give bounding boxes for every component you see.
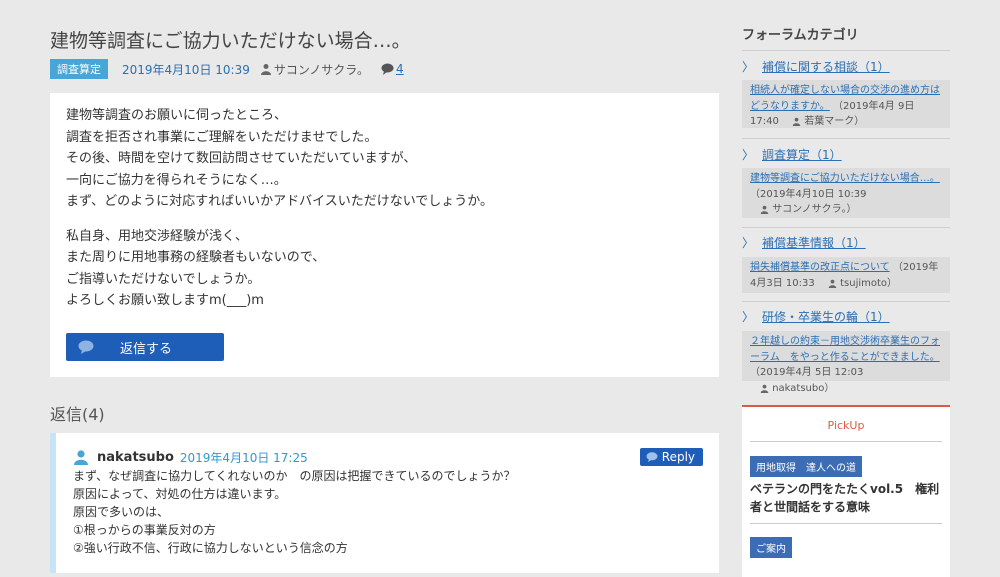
latest-post-date: （2019年4月 5日 12:03 (750, 367, 864, 378)
sidebar-category-4[interactable]: 〉 研修・卒業生の輪（1） (742, 308, 890, 325)
user-icon (260, 64, 271, 75)
latest-post-date: （2019年4月10日 10:39 (750, 188, 867, 200)
reply-date: 2019年4月10日 17:25 (179, 450, 308, 465)
chevron-right-icon: 〉 (742, 236, 755, 250)
pickup-title: PickUp (827, 419, 865, 432)
body-line: まず、どのように対応すればいいかアドバイスいただけないでしょうか。 (66, 194, 494, 209)
category-label: 補償に関する相談（1） (762, 60, 890, 74)
body-line: その後、時間を空けて数回訪問させていただいていますが、 (66, 151, 417, 166)
sidebar-divider (742, 138, 950, 139)
reply-author[interactable]: nakatsubo (97, 450, 174, 465)
comment-count-link[interactable]: 4 (396, 62, 404, 76)
post-date: 2019年4月10日 10:39 (122, 62, 250, 77)
post-author: サコンノサクラ。 (273, 62, 370, 77)
body-paragraph-2: 私自身、用地交渉経験が浅く、 また周りに用地事務の経験者もいないので、 ご指導い… (66, 226, 703, 312)
body-line: 建物等調査のお願いに伺ったところ、 (66, 108, 288, 123)
reply-header: nakatsubo 2019年4月10日 17:25 (73, 447, 703, 467)
chevron-right-icon: 〉 (742, 60, 755, 74)
sidebar-divider (742, 50, 950, 51)
chevron-right-icon: 〉 (742, 148, 755, 162)
latest-post-author: nakatsubo） (772, 382, 835, 394)
pickup-article-title[interactable]: ベテランの門をたたくvol.5 権利者と世間話をする意味 (750, 480, 942, 516)
sidebar-category-3[interactable]: 〉 補償基準情報（1） (742, 234, 866, 251)
replies-heading: 返信(4) (50, 405, 105, 424)
category-badge[interactable]: 調査算定 (50, 59, 108, 79)
latest-post-author-wrap: tsujimoto） (818, 276, 897, 292)
post-body: 建物等調査のお願いに伺ったところ、 調査を拒否され事業にご理解をいただけませでし… (50, 93, 719, 377)
sidebar-divider (742, 227, 950, 228)
category-label: 研修・卒業生の輪（1） (762, 310, 890, 324)
post-title: 建物等調査にご協力いただけない場合…。 (50, 30, 411, 52)
category-label: 調査算定（1） (762, 148, 842, 162)
category-latest-post: 損失補償基準の改正点について （2019年4月3日 10:33 tsujimot… (742, 257, 950, 293)
reply-line: 原因で多いのは、 (73, 505, 170, 519)
category-label: 補償基準情報（1） (762, 236, 866, 250)
body-line: よろしくお願い致しますm(___)m (66, 293, 264, 308)
comment-icon (381, 63, 394, 75)
avatar-icon (74, 450, 88, 465)
body-line: 調査を拒否され事業にご理解をいただけませでした。 (66, 129, 378, 145)
reply-button[interactable]: 返信する (66, 333, 224, 361)
category-latest-post: 建物等調査にご協力いただけない場合…。 （2019年4月10日 10:39 サコ… (742, 168, 950, 218)
user-icon (792, 118, 801, 127)
chevron-right-icon: 〉 (742, 310, 755, 324)
pickup-panel: PickUp 用地取得 達人への道 ベテランの門をたたくvol.5 権利者と世間… (742, 405, 950, 577)
reply-button-label: 返信する (120, 341, 173, 357)
body-line: ご指導いただけないでしょうか。 (66, 271, 261, 287)
latest-post-author: tsujimoto） (840, 277, 898, 289)
reply-text: まず、なぜ調査に協力してくれないのか の原因は把握できているのでしょうか？ 原因… (73, 467, 703, 557)
latest-post-author-wrap: サコンノサクラ。） (750, 202, 857, 218)
user-icon (760, 206, 769, 215)
body-line: 一向にご協力を得られそうになく…。 (66, 172, 287, 188)
sidebar-category-2[interactable]: 〉 調査算定（1） (742, 146, 842, 163)
user-icon (760, 384, 769, 393)
post-meta: 調査算定 2019年4月10日 10:39 サコンノサクラ。 4 (50, 59, 404, 79)
body-line: また周りに用地事務の経験者もいないので、 (66, 250, 326, 265)
latest-post-link[interactable]: ２年越しの約束－用地交渉術卒業生のフォーラム をやっと作ることができました。 (750, 336, 940, 363)
category-latest-post: ２年越しの約束－用地交渉術卒業生のフォーラム をやっと作ることができました。 （… (742, 331, 950, 394)
pickup-divider (750, 441, 942, 442)
pickup-divider (750, 523, 942, 524)
reply-to-comment-label: Reply (661, 450, 695, 464)
latest-post-link[interactable]: 損失補償基準の改正点について (750, 262, 890, 273)
chat-bubble-icon (646, 452, 658, 462)
body-paragraph-1: 建物等調査のお願いに伺ったところ、 調査を拒否され事業にご理解をいただけませでし… (66, 105, 703, 213)
body-line: 私自身、用地交渉経験が浅く、 (66, 228, 249, 244)
reply-to-comment-button[interactable]: Reply (639, 448, 703, 466)
reply-line: ①根っからの事業反対の方 (73, 523, 216, 537)
latest-post-author: サコンノサクラ。） (772, 204, 857, 215)
sidebar-category-1[interactable]: 〉 補償に関する相談（1） (742, 58, 890, 75)
latest-post-author-wrap: nakatsubo） (750, 381, 834, 397)
reply-line: ②強い行政不信、行政に協力しないという信念の方 (73, 541, 348, 555)
category-latest-post: 相続人が確定しない場合の交渉の進め方はどうなりますか。 （2019年4月 9日 … (742, 80, 950, 128)
latest-post-author: 若葉マーク） (804, 116, 865, 127)
chat-bubble-icon (78, 340, 94, 354)
sidebar-title: フォーラムカテゴリ (742, 28, 859, 43)
latest-post-author-wrap: 若葉マーク） (782, 114, 864, 130)
reply-line: 原因によって、対処の仕方は違います。 (73, 487, 287, 501)
reply-line: まず、なぜ調査に協力してくれないのか の原因は把握できているのでしょうか？ (73, 469, 516, 483)
reply-card: nakatsubo 2019年4月10日 17:25 Reply まず、なぜ調査… (50, 433, 719, 573)
latest-post-link[interactable]: 建物等調査にご協力いただけない場合…。 (750, 173, 940, 184)
pickup-tag[interactable]: ご案内 (750, 537, 792, 558)
sidebar-divider (742, 301, 950, 302)
pickup-tag[interactable]: 用地取得 達人への道 (750, 456, 862, 477)
user-icon (828, 279, 837, 288)
